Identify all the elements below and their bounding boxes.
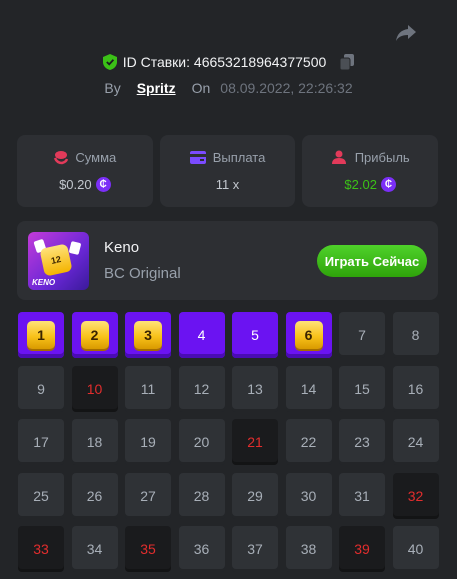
keno-cell-38[interactable]: 38 xyxy=(285,526,332,572)
keno-cell-4[interactable]: 4 xyxy=(178,312,225,358)
keno-cell-13[interactable]: 13 xyxy=(232,365,278,412)
keno-cell-25[interactable]: 25 xyxy=(18,472,64,519)
keno-cell-33[interactable]: 33 xyxy=(18,526,64,572)
keno-cell-5[interactable]: 5 xyxy=(232,312,278,358)
keno-cell-18[interactable]: 18 xyxy=(71,419,118,465)
keno-cell-17[interactable]: 17 xyxy=(18,419,64,465)
stat-amount-value: $0.20 xyxy=(59,177,92,192)
stat-payout-value: 11 x xyxy=(215,177,240,192)
keno-board: 1 2 3 4 5 6 7 8 9 10 11 12 13 14 15 16 17 18 19 20 21 22 23 24 2… xyxy=(18,312,439,572)
keno-thumbnail[interactable]: 12 KENO xyxy=(28,232,89,290)
keno-cell-28[interactable]: 28 xyxy=(178,472,225,519)
bet-datetime: 08.09.2022, 22:26:32 xyxy=(220,80,353,96)
keno-cell-37[interactable]: 37 xyxy=(232,526,278,572)
keno-cell-27[interactable]: 27 xyxy=(125,472,171,519)
stat-profit: Прибыль $2.02 ₵ xyxy=(302,135,439,207)
keno-cell-6[interactable]: 6 xyxy=(285,312,332,358)
stat-amount: Сумма $0.20 ₵ xyxy=(17,135,153,207)
thumbnail-label: KENO xyxy=(32,278,56,287)
profit-user-icon xyxy=(331,150,346,164)
keno-cell-26[interactable]: 26 xyxy=(71,472,118,519)
keno-cell-3[interactable]: 3 xyxy=(125,312,171,358)
gold-gem-icon: 3 xyxy=(134,321,162,349)
stat-payout: Выплата 11 x xyxy=(159,135,296,207)
keno-cell-39[interactable]: 39 xyxy=(339,526,385,572)
wallet-icon xyxy=(189,151,206,164)
keno-cell-1[interactable]: 1 xyxy=(18,312,64,358)
keno-cell-31[interactable]: 31 xyxy=(339,472,385,519)
game-subtitle: BC Original xyxy=(104,265,181,282)
bet-id-text: ID Ставки: 46653218964377500 xyxy=(122,54,327,70)
stat-payout-label: Выплата xyxy=(212,150,266,165)
bet-id-row: ID Ставки: 46653218964377500 xyxy=(0,52,457,72)
keno-cell-7[interactable]: 7 xyxy=(339,312,385,358)
keno-cell-24[interactable]: 24 xyxy=(392,419,439,465)
username-link[interactable]: Spritz xyxy=(137,80,176,96)
keno-cell-35[interactable]: 35 xyxy=(125,526,171,572)
card-chip-icon xyxy=(68,240,82,256)
share-icon[interactable] xyxy=(395,24,417,42)
keno-cell-22[interactable]: 22 xyxy=(285,419,332,465)
gold-gem-icon: 2 xyxy=(80,321,109,349)
copy-icon[interactable] xyxy=(340,54,355,70)
gold-gem-icon: 1 xyxy=(27,321,55,349)
keno-cell-11[interactable]: 11 xyxy=(125,365,171,412)
keno-cell-19[interactable]: 19 xyxy=(125,419,171,465)
keno-cell-34[interactable]: 34 xyxy=(71,526,118,572)
on-label: On xyxy=(191,80,211,96)
keno-cube-icon: 12 xyxy=(39,243,73,277)
keno-cell-29[interactable]: 29 xyxy=(232,472,278,519)
stat-profit-label: Прибыль xyxy=(354,150,410,165)
shield-check-icon xyxy=(102,54,117,70)
gold-gem-icon: 6 xyxy=(294,321,323,349)
keno-cell-10[interactable]: 10 xyxy=(71,365,118,412)
keno-cell-9[interactable]: 9 xyxy=(18,365,64,412)
stat-profit-value: $2.02 xyxy=(344,177,377,192)
keno-cell-14[interactable]: 14 xyxy=(285,365,332,412)
bet-author-row: By Spritz On 08.09.2022, 22:26:32 xyxy=(0,78,457,98)
play-now-button[interactable]: Играть Сейчас xyxy=(317,245,427,277)
keno-cell-8[interactable]: 8 xyxy=(392,312,439,358)
keno-cell-20[interactable]: 20 xyxy=(178,419,225,465)
keno-cell-12[interactable]: 12 xyxy=(178,365,225,412)
by-label: By xyxy=(104,80,121,96)
keno-cell-16[interactable]: 16 xyxy=(392,365,439,412)
keno-cell-36[interactable]: 36 xyxy=(178,526,225,572)
game-card: 12 KENO Keno BC Original Играть Сейчас xyxy=(17,221,438,300)
bc-coin-icon: ₵ xyxy=(380,177,396,192)
keno-cell-30[interactable]: 30 xyxy=(285,472,332,519)
keno-cell-21[interactable]: 21 xyxy=(232,419,278,465)
coins-icon xyxy=(54,151,69,165)
stat-amount-label: Сумма xyxy=(75,150,117,165)
keno-cell-23[interactable]: 23 xyxy=(339,419,385,465)
keno-cell-40[interactable]: 40 xyxy=(392,526,439,572)
keno-cell-15[interactable]: 15 xyxy=(339,365,385,412)
keno-cell-2[interactable]: 2 xyxy=(71,312,118,358)
keno-cell-32[interactable]: 32 xyxy=(392,472,439,519)
game-title: Keno xyxy=(104,239,140,256)
bc-coin-icon: ₵ xyxy=(95,177,111,192)
bet-stats: Сумма $0.20 ₵ Выплата 11 x Прибыль $2.02… xyxy=(17,135,439,207)
